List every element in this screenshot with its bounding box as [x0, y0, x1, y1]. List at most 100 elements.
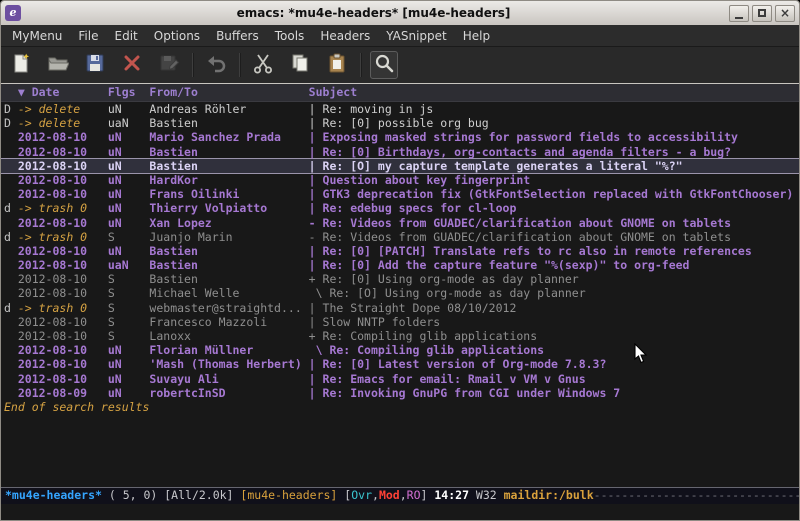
mark-cell: d: [4, 230, 18, 244]
menu-item-tools[interactable]: Tools: [267, 26, 313, 46]
message-row[interactable]: 2012-08-10 uN Frans Oilinki | GTK3 depre…: [1, 187, 799, 201]
flags-cell: uN: [108, 343, 150, 357]
new-file-button[interactable]: [7, 51, 35, 79]
message-row[interactable]: d -> trash 0 uN Thierry Volpiatto | Re: …: [1, 201, 799, 215]
new-file-icon: [10, 52, 32, 78]
message-row[interactable]: 2012-08-10 uN Florian Müllner \ Re: Comp…: [1, 343, 799, 357]
menu-item-buffers[interactable]: Buffers: [208, 26, 267, 46]
from-cell: Thierry Volpiatto: [149, 201, 308, 215]
message-row[interactable]: 2012-08-10 uN HardKor | Question about k…: [1, 173, 799, 187]
save-button[interactable]: [81, 51, 109, 79]
maximize-button[interactable]: [752, 5, 772, 22]
menu-item-mymenu[interactable]: MyMenu: [4, 26, 70, 46]
menu-item-options[interactable]: Options: [146, 26, 208, 46]
subject-cell: \ Re: Compiling glib applications: [309, 343, 544, 357]
paste-button[interactable]: [323, 51, 351, 79]
open-file-button[interactable]: [44, 51, 72, 79]
message-row[interactable]: 2012-08-10 uN Bastien | Re: [0] [PATCH] …: [1, 244, 799, 258]
close-x-icon: [121, 52, 143, 78]
date-cell: 2012-08-10: [18, 329, 108, 343]
mark-cell: [4, 372, 18, 386]
subject-cell: | Re: [0] possible org bug: [309, 116, 489, 130]
mark-cell: [4, 216, 18, 230]
subject-cell: Subject: [309, 85, 357, 99]
emacs-icon: e: [5, 5, 21, 21]
save-as-icon: [158, 52, 180, 78]
from-cell: robertcInSD: [149, 386, 308, 400]
from-cell: Bastien: [149, 244, 308, 258]
minibuffer[interactable]: [1, 504, 799, 520]
toolbar-separator: [192, 53, 193, 77]
modeline-plain: ,: [372, 488, 379, 502]
modeline-plain: ]: [421, 488, 435, 502]
message-row[interactable]: 2012-08-09 uN robertcInSD | Re: Invoking…: [1, 386, 799, 400]
save-as-button[interactable]: [155, 51, 183, 79]
modeline-plain: W32: [469, 488, 504, 502]
modeline-ro: RO: [407, 488, 421, 502]
minimize-button[interactable]: [729, 5, 749, 22]
message-row[interactable]: d -> trash 0 S webmaster@straightd... | …: [1, 301, 799, 315]
date-cell: -> trash 0: [18, 230, 108, 244]
mark-cell: D: [4, 116, 18, 130]
modeline-plain: [: [337, 488, 351, 502]
from-cell: Frans Oilinki: [149, 187, 308, 201]
from-cell: Francesco Mazzoli: [149, 315, 308, 329]
mark-cell: [4, 357, 18, 371]
message-row[interactable]: 2012-08-10 uN Suvayu Ali | Re: Emacs for…: [1, 372, 799, 386]
undo-button[interactable]: [202, 51, 230, 79]
message-row[interactable]: 2012-08-10 uN Bastien | Re: [O] my captu…: [1, 159, 799, 173]
message-row[interactable]: 2012-08-10 uN Bastien | Re: [0] Birthday…: [1, 145, 799, 159]
header-line[interactable]: ▼ Date Flgs From/To Subject: [1, 84, 799, 102]
mode-line[interactable]: *mu4e-headers* ( 5, 0) [All/2.0k] [mu4e-…: [1, 487, 799, 504]
message-row[interactable]: 2012-08-10 uN 'Mash (Thomas Herbert) | R…: [1, 357, 799, 371]
subject-cell: | Re: Invoking GnuPG from CGI under Wind…: [309, 386, 621, 400]
subject-cell: | Re: [0] Latest version of Org-mode 7.8…: [309, 357, 607, 371]
headers-buffer[interactable]: ▼ Date Flgs From/To Subject D -> delete …: [1, 84, 799, 487]
subject-cell: | Exposing masked strings for password f…: [309, 130, 738, 144]
menu-item-headers[interactable]: Headers: [312, 26, 378, 46]
message-row[interactable]: 2012-08-10 uN Xan Lopez - Re: Videos fro…: [1, 216, 799, 230]
menu-item-file[interactable]: File: [70, 26, 106, 46]
date-cell: 2012-08-10: [18, 244, 108, 258]
subject-cell: - Re: Videos from GUADEC/clarification a…: [309, 216, 731, 230]
menu-item-edit[interactable]: Edit: [107, 26, 146, 46]
message-row[interactable]: 2012-08-10 S Michael Welle \ Re: [O] Usi…: [1, 286, 799, 300]
menu-item-help[interactable]: Help: [455, 26, 498, 46]
message-row[interactable]: 2012-08-10 S Bastien + Re: [0] Using org…: [1, 272, 799, 286]
close-buffer-button[interactable]: [118, 51, 146, 79]
date-cell: -> trash 0: [18, 201, 108, 215]
message-row[interactable]: 2012-08-10 S Francesco Mazzoli | Slow NN…: [1, 315, 799, 329]
flags-cell: uN: [108, 187, 150, 201]
modeline-folder: maildir:/bulk: [504, 488, 594, 502]
message-row[interactable]: 2012-08-10 uaN Bastien | Re: [0] Add the…: [1, 258, 799, 272]
subject-cell: - Re: Videos from GUADEC/clarification a…: [309, 230, 731, 244]
message-row[interactable]: D -> delete uaN Bastien | Re: [0] possib…: [1, 116, 799, 130]
flags-cell: uN: [108, 145, 150, 159]
message-row[interactable]: d -> trash 0 S Juanjo Marin - Re: Videos…: [1, 230, 799, 244]
mark-cell: [4, 343, 18, 357]
from-cell: webmaster@straightd...: [149, 301, 308, 315]
column-headers[interactable]: ▼ Date Flgs From/To Subject: [1, 84, 799, 101]
modeline-major-mode: [mu4e-headers]: [240, 488, 337, 502]
mark-cell: [4, 130, 18, 144]
subject-cell: | GTK3 deprecation fix (GtkFontSelection…: [309, 187, 794, 201]
message-row[interactable]: 2012-08-10 S Lanoxx + Re: Compiling glib…: [1, 329, 799, 343]
flags-cell: uN: [108, 372, 150, 386]
end-of-results: End of search results: [1, 400, 799, 414]
search-button[interactable]: [370, 51, 398, 79]
menu-item-yasnippet[interactable]: YASnippet: [378, 26, 455, 46]
copy-button[interactable]: [286, 51, 314, 79]
flags-cell: S: [108, 301, 150, 315]
date-cell: 2012-08-10: [18, 159, 108, 173]
flags-cell: uN: [108, 244, 150, 258]
from-cell: Andreas Röhler: [149, 102, 308, 116]
subject-cell: | Re: [O] my capture template generates …: [309, 159, 683, 173]
message-row[interactable]: D -> delete uN Andreas Röhler | Re: movi…: [1, 102, 799, 116]
cut-button[interactable]: [249, 51, 277, 79]
date-cell: -> trash 0: [18, 301, 108, 315]
titlebar[interactable]: e emacs: *mu4e-headers* [mu4e-headers] ×: [1, 1, 799, 25]
message-row[interactable]: 2012-08-10 uN Mario Sanchez Prada | Expo…: [1, 130, 799, 144]
from-cell: Suvayu Ali: [149, 372, 308, 386]
subject-cell: | Re: [0] [PATCH] Translate refs to rc a…: [309, 244, 752, 258]
close-button[interactable]: ×: [775, 5, 795, 22]
